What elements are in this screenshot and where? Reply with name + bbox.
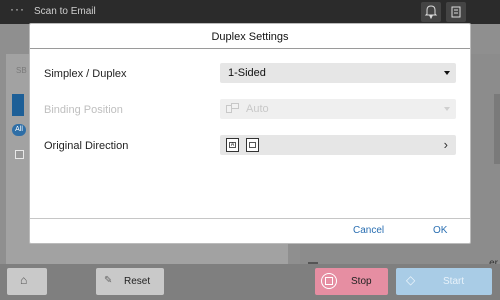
stop-button[interactable]: Stop (315, 268, 388, 295)
screen-title: Scan to Email (34, 6, 96, 17)
ok-button[interactable]: OK (433, 225, 447, 236)
background-scrollbar (494, 94, 500, 164)
start-label: Start (443, 276, 465, 287)
cancel-button[interactable]: Cancel (353, 225, 384, 236)
binding-position-label: Binding Position (44, 104, 123, 116)
original-direction-icon: A (226, 138, 239, 152)
bottom-bar: ⌂ ✎ Reset Stop ◇ Start (0, 264, 500, 300)
chevron-right-icon: › (443, 137, 448, 152)
binding-position-dropdown: Auto (220, 99, 456, 119)
original-direction-selector[interactable]: A › (220, 135, 456, 155)
duplex-settings-dialog: Duplex Settings Simplex / Duplex 1-Sided… (30, 24, 470, 243)
dialog-title: Duplex Settings (30, 24, 470, 49)
start-button[interactable]: ◇ Start (396, 268, 492, 295)
background-label: SB (16, 66, 27, 75)
chevron-down-icon (444, 71, 450, 75)
stop-icon (321, 273, 337, 289)
background-tab-marker (12, 94, 24, 116)
binding-position-value: Auto (246, 103, 269, 115)
top-bar: ··· Scan to Email (0, 0, 500, 24)
menu-icon[interactable]: ··· (10, 2, 25, 16)
reset-label: Reset (124, 276, 151, 287)
home-button[interactable]: ⌂ (7, 268, 47, 295)
reset-button[interactable]: ✎ Reset (96, 268, 164, 295)
bell-icon[interactable] (421, 2, 441, 22)
original-direction-label: Original Direction (44, 140, 129, 152)
binding-position-icon (226, 103, 240, 115)
chevron-down-icon (444, 107, 450, 111)
background-pill: All (12, 124, 26, 136)
start-icon: ◇ (406, 273, 416, 287)
simplex-duplex-dropdown[interactable]: 1-Sided (220, 63, 456, 83)
simplex-duplex-value: 1-Sided (228, 67, 266, 79)
stop-label: Stop (351, 276, 372, 287)
background-checkbox (15, 150, 24, 159)
dialog-divider (30, 218, 470, 219)
simplex-duplex-label: Simplex / Duplex (44, 68, 127, 80)
home-icon: ⌂ (20, 273, 28, 287)
job-list-icon[interactable] (446, 2, 466, 22)
original-orientation-icon (246, 138, 259, 152)
reset-icon: ✎ (104, 275, 113, 286)
